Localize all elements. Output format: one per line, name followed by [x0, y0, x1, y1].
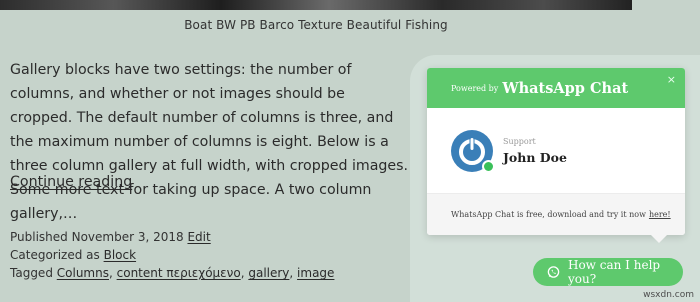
- tag-link[interactable]: content περιεχόμενο: [117, 266, 241, 280]
- tag-link[interactable]: image: [297, 266, 334, 280]
- tag-link[interactable]: gallery: [248, 266, 289, 280]
- category-row: Categorized as Block: [10, 246, 370, 264]
- avatar: [451, 129, 495, 173]
- continue-reading-link[interactable]: Continue reading: [10, 170, 132, 194]
- launcher-label: How can I help you?: [567, 258, 661, 286]
- close-icon[interactable]: ×: [667, 74, 676, 85]
- category-link[interactable]: Block: [104, 248, 136, 262]
- header-photo: [0, 0, 632, 10]
- agent-entry[interactable]: Support John Doe: [427, 108, 685, 194]
- whatsapp-header: Powered by WhatsApp Chat ×: [427, 68, 685, 108]
- post-excerpt: Gallery blocks have two settings: the nu…: [10, 62, 409, 222]
- powered-by-label: Powered by: [451, 83, 499, 93]
- edit-link[interactable]: Edit: [187, 230, 210, 244]
- footer-text: WhatsApp Chat is free, download and try …: [451, 210, 646, 219]
- whatsapp-chat-box: Powered by WhatsApp Chat × Support John …: [427, 68, 685, 243]
- watermark: wsxdn.com: [643, 290, 694, 300]
- whatsapp-icon: [547, 266, 560, 278]
- published-date: Published November 3, 2018: [10, 230, 184, 244]
- image-caption: Boat BW PB Barco Texture Beautiful Fishi…: [184, 18, 448, 32]
- published-row: Published November 3, 2018 Edit: [10, 228, 370, 246]
- whatsapp-badge-icon: [482, 159, 495, 173]
- tags-prefix: Tagged: [10, 266, 53, 280]
- agent-role: Support: [503, 136, 536, 146]
- download-link[interactable]: here!: [649, 210, 671, 219]
- tag-link[interactable]: Columns: [57, 266, 109, 280]
- agent-info: Support John Doe: [503, 137, 567, 165]
- whatsapp-footer: WhatsApp Chat is free, download and try …: [427, 194, 685, 235]
- whatsapp-launcher-button[interactable]: How can I help you?: [533, 258, 683, 286]
- tags-row: Tagged Columns, content περιεχόμενο, gal…: [10, 266, 335, 280]
- agent-name: John Doe: [503, 149, 567, 165]
- post-meta: Published November 3, 2018 Edit Categori…: [10, 228, 370, 282]
- category-prefix: Categorized as: [10, 248, 100, 262]
- whatsapp-title: WhatsApp Chat: [502, 79, 629, 97]
